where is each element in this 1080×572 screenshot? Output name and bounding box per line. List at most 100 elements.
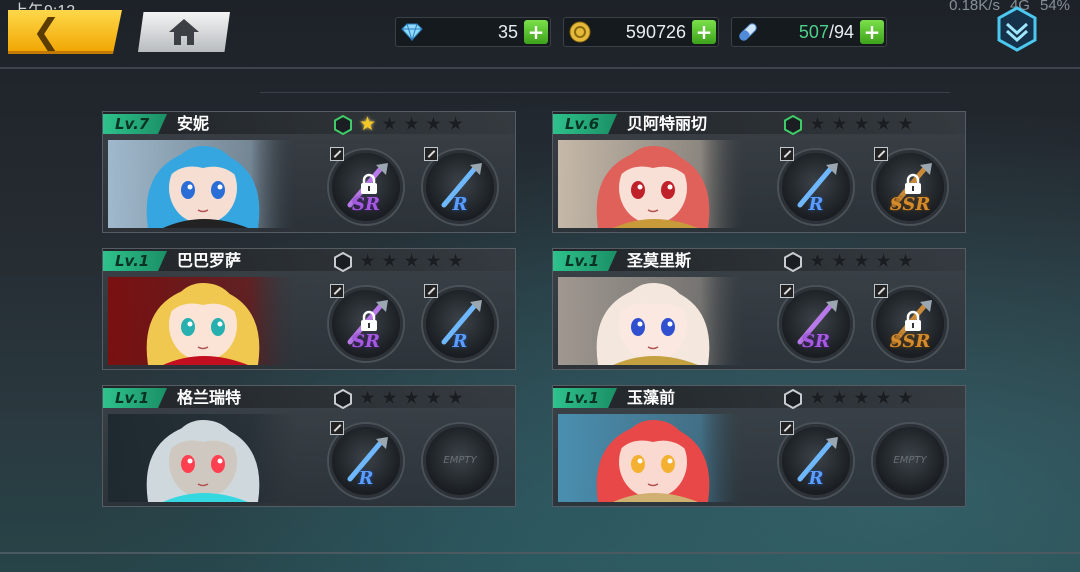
star-icon: ★ <box>447 387 465 409</box>
equipment-slot[interactable]: R <box>779 421 853 498</box>
star-icon: ★ <box>875 113 893 135</box>
character-card[interactable]: Lv.1 格兰瑞特 ★ ★ ★ ★ ★ R EMPTY <box>102 385 516 507</box>
character-card[interactable]: Lv.1 玉藻前 ★ ★ ★ ★ ★ R EMPTY <box>552 385 966 507</box>
level-badge: Lv.1 <box>103 251 167 271</box>
equipment-slot[interactable]: SR <box>779 284 853 361</box>
back-button[interactable]: ❮ <box>8 10 122 54</box>
star-icon: ★ <box>897 113 915 135</box>
star-icon: ★ <box>853 113 871 135</box>
equipment-slot[interactable]: R <box>779 147 853 224</box>
rarity-label: R <box>358 468 374 489</box>
character-card[interactable]: Lv.6 贝阿特丽切 ★ ★ ★ ★ ★ R SSR <box>552 111 966 233</box>
level-badge: Lv.7 <box>103 114 167 134</box>
star-icon: ★ <box>425 113 443 135</box>
equipment-slot[interactable]: R <box>329 421 403 498</box>
star-rating: ★ ★ ★ ★ ★ <box>809 389 916 408</box>
rank-hexagon-icon <box>784 252 802 272</box>
character-card[interactable]: Lv.1 圣莫里斯 ★ ★ ★ ★ ★ SR SSR <box>552 248 966 370</box>
panel-top-divider <box>260 92 950 93</box>
character-card[interactable]: Lv.7 安妮 ★ ★ ★ ★ ★ SR R <box>102 111 516 233</box>
star-icon: ★ <box>831 250 849 272</box>
equipment-slot[interactable]: R <box>423 147 497 224</box>
star-icon: ★ <box>381 387 399 409</box>
character-portrait[interactable] <box>558 277 748 365</box>
add-gold-button[interactable]: + <box>692 20 716 44</box>
network-speed: 0.18K/s <box>949 0 1000 14</box>
rarity-label: SSR <box>889 331 931 352</box>
star-icon: ★ <box>897 387 915 409</box>
level-badge: Lv.6 <box>553 114 617 134</box>
star-icon: ★ <box>447 250 465 272</box>
lock-icon <box>361 310 377 331</box>
star-rating: ★ ★ ★ ★ ★ <box>359 389 466 408</box>
star-icon: ★ <box>403 387 421 409</box>
empty-equipment-slot[interactable]: EMPTY <box>423 424 497 498</box>
star-icon: ★ <box>853 387 871 409</box>
star-icon: ★ <box>875 250 893 272</box>
diamond-icon <box>396 18 428 46</box>
header-divider <box>0 67 1080 69</box>
add-diamond-button[interactable]: + <box>524 20 548 44</box>
character-name: 玉藻前 <box>627 388 676 407</box>
character-portrait[interactable] <box>108 414 298 502</box>
character-portrait[interactable] <box>558 414 748 502</box>
lock-icon <box>905 173 921 194</box>
character-card[interactable]: Lv.1 巴巴罗萨 ★ ★ ★ ★ ★ SR R <box>102 248 516 370</box>
character-portrait[interactable] <box>558 140 748 228</box>
star-icon: ★ <box>403 250 421 272</box>
rank-hexagon-icon <box>334 389 352 409</box>
star-icon: ★ <box>447 113 465 135</box>
star-icon: ★ <box>403 113 421 135</box>
empty-label: EMPTY <box>443 455 477 466</box>
home-icon <box>169 19 199 45</box>
rarity-label: SSR <box>889 194 931 215</box>
rarity-label: R <box>452 194 468 215</box>
star-icon: ★ <box>809 113 827 135</box>
gold-coin-icon <box>564 18 596 46</box>
lock-icon <box>361 173 377 194</box>
character-name: 格兰瑞特 <box>177 388 242 407</box>
character-name: 安妮 <box>177 114 210 133</box>
diamond-value: 35 <box>497 21 518 42</box>
equipment-slot[interactable]: R <box>423 284 497 361</box>
character-name: 贝阿特丽切 <box>627 114 708 133</box>
rarity-label: SR <box>352 194 380 215</box>
level-badge: Lv.1 <box>103 388 167 408</box>
character-name: 圣莫里斯 <box>627 251 692 270</box>
empty-equipment-slot[interactable]: EMPTY <box>873 424 947 498</box>
star-icon: ★ <box>359 113 377 135</box>
star-icon: ★ <box>897 250 915 272</box>
star-icon: ★ <box>831 113 849 135</box>
character-portrait[interactable] <box>108 140 298 228</box>
menu-chevron-icon[interactable] <box>996 6 1038 52</box>
star-icon: ★ <box>875 387 893 409</box>
equipment-slot[interactable]: SSR <box>873 147 947 224</box>
rank-hexagon-icon <box>334 252 352 272</box>
diamond-counter: 35 + <box>395 17 551 47</box>
rarity-label: SR <box>352 331 380 352</box>
panel-bottom-divider <box>0 552 1080 554</box>
star-rating: ★ ★ ★ ★ ★ <box>359 252 466 271</box>
star-icon: ★ <box>425 250 443 272</box>
star-icon: ★ <box>853 250 871 272</box>
rarity-label: R <box>808 194 824 215</box>
character-name: 巴巴罗萨 <box>177 251 242 270</box>
star-icon: ★ <box>809 387 827 409</box>
rarity-label: R <box>452 331 468 352</box>
equipment-slot[interactable]: SSR <box>873 284 947 361</box>
character-portrait[interactable] <box>108 277 298 365</box>
equipment-slot[interactable]: SR <box>329 147 403 224</box>
equipment-slot[interactable]: SR <box>329 284 403 361</box>
rank-hexagon-icon <box>334 115 352 135</box>
rank-hexagon-icon <box>784 115 802 135</box>
add-stamina-button[interactable]: + <box>860 20 884 44</box>
star-rating: ★ ★ ★ ★ ★ <box>809 252 916 271</box>
back-arrow-icon: ❮ <box>32 12 61 52</box>
home-button[interactable] <box>138 12 230 52</box>
rank-hexagon-icon <box>784 389 802 409</box>
star-icon: ★ <box>381 113 399 135</box>
star-icon: ★ <box>359 250 377 272</box>
capsule-icon <box>732 18 764 46</box>
star-icon: ★ <box>359 387 377 409</box>
level-badge: Lv.1 <box>553 388 617 408</box>
